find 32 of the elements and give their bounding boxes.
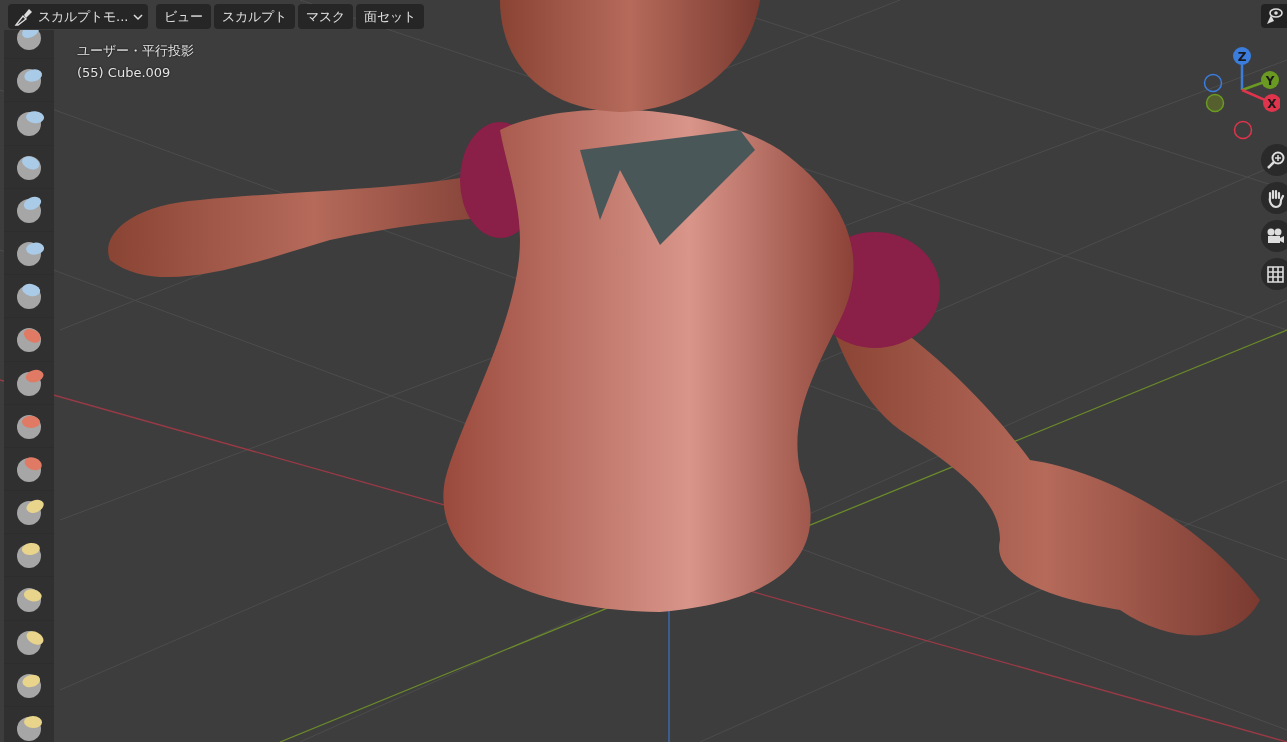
menu-button[interactable]: ビュー [156, 4, 212, 29]
zoom-icon [1265, 149, 1286, 171]
brush-sphere-icon [14, 540, 44, 571]
axis-handle[interactable]: Y [1241, 71, 1279, 92]
chevron-down-icon [133, 12, 144, 21]
brush-sphere-icon [14, 194, 44, 225]
negative-axis-handle[interactable] [1205, 93, 1225, 113]
negative-axis-handle[interactable] [1233, 120, 1253, 140]
negative-axis-handle[interactable] [1203, 73, 1223, 93]
menu-button[interactable]: 面セット [356, 4, 425, 29]
camera-view-button[interactable] [1261, 220, 1287, 252]
menu-button[interactable]: スカルプト [214, 4, 296, 29]
axis-gizmo[interactable]: Z Y X [1190, 44, 1280, 144]
axis-handle[interactable]: Z [1233, 47, 1251, 90]
projection-toggle-button[interactable] [1261, 258, 1287, 290]
brush-sphere-icon [14, 108, 44, 139]
viewport[interactable]: スカルプトモ... ビュー スカルプト マスク 面セット ユーザー・平行投影 (55) Cube.009 Z Y X [0, 0, 1287, 742]
axis-handle[interactable]: X [1241, 88, 1280, 112]
viewport-info-text: (55) Cube.009 [77, 65, 172, 80]
zoom-button[interactable] [1261, 144, 1287, 176]
brush-sphere-icon [14, 713, 44, 742]
grid-icon [1265, 263, 1286, 285]
visibility-toggle-button[interactable] [1261, 4, 1287, 28]
mode-dropdown[interactable]: スカルプトモ... [8, 4, 149, 29]
eye-icon [1265, 7, 1283, 25]
brush-sphere-icon [14, 281, 44, 312]
brush-icon [13, 6, 33, 27]
brush-sphere-icon [14, 367, 44, 398]
brush-sphere-icon [14, 497, 44, 528]
menu-button[interactable]: マスク [298, 4, 354, 29]
pan-button[interactable] [1261, 182, 1287, 214]
viewport-info-text: ユーザー・平行投影 [77, 42, 194, 60]
